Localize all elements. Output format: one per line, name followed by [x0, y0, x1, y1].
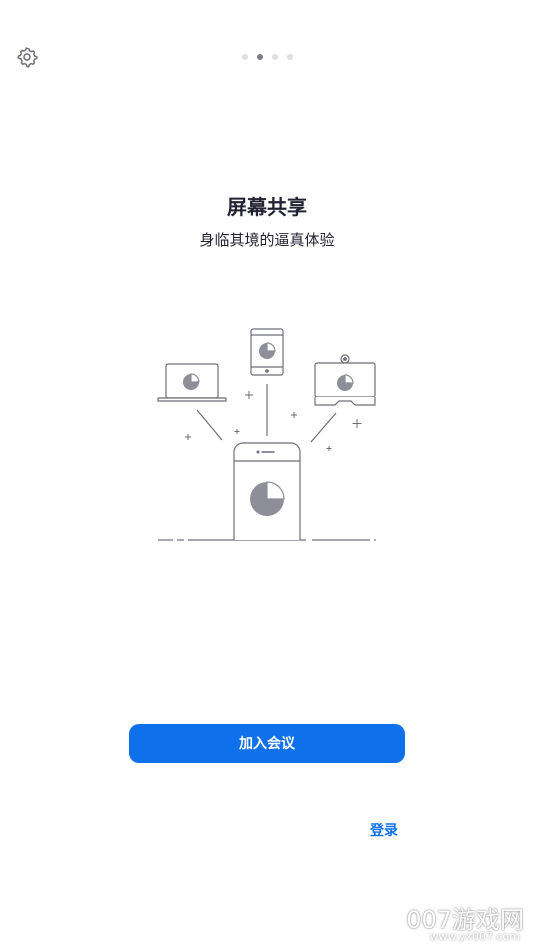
page-dot[interactable]	[272, 54, 278, 60]
laptop-icon	[157, 363, 227, 402]
room-display-icon	[314, 354, 376, 406]
join-meeting-button[interactable]: 加入会议	[129, 724, 405, 763]
page-dot[interactable]	[287, 54, 293, 60]
phone-icon	[233, 442, 301, 540]
sign-in-link[interactable]: 登录	[370, 820, 398, 840]
tablet-icon	[250, 328, 284, 376]
slide-subtitle: 身临其境的逼真体验	[199, 231, 335, 249]
page-indicator	[242, 54, 293, 60]
watermark: 007游戏网 www.yx007.com	[392, 900, 524, 944]
gear-icon	[17, 47, 38, 68]
page-dot[interactable]	[242, 54, 248, 60]
watermark-url: www.yx007.com	[429, 930, 520, 943]
page-dot-active[interactable]	[257, 54, 263, 60]
settings-button[interactable]	[16, 46, 38, 68]
slide-title: 屏幕共享	[227, 195, 307, 219]
screen-share-illustration	[157, 328, 376, 541]
